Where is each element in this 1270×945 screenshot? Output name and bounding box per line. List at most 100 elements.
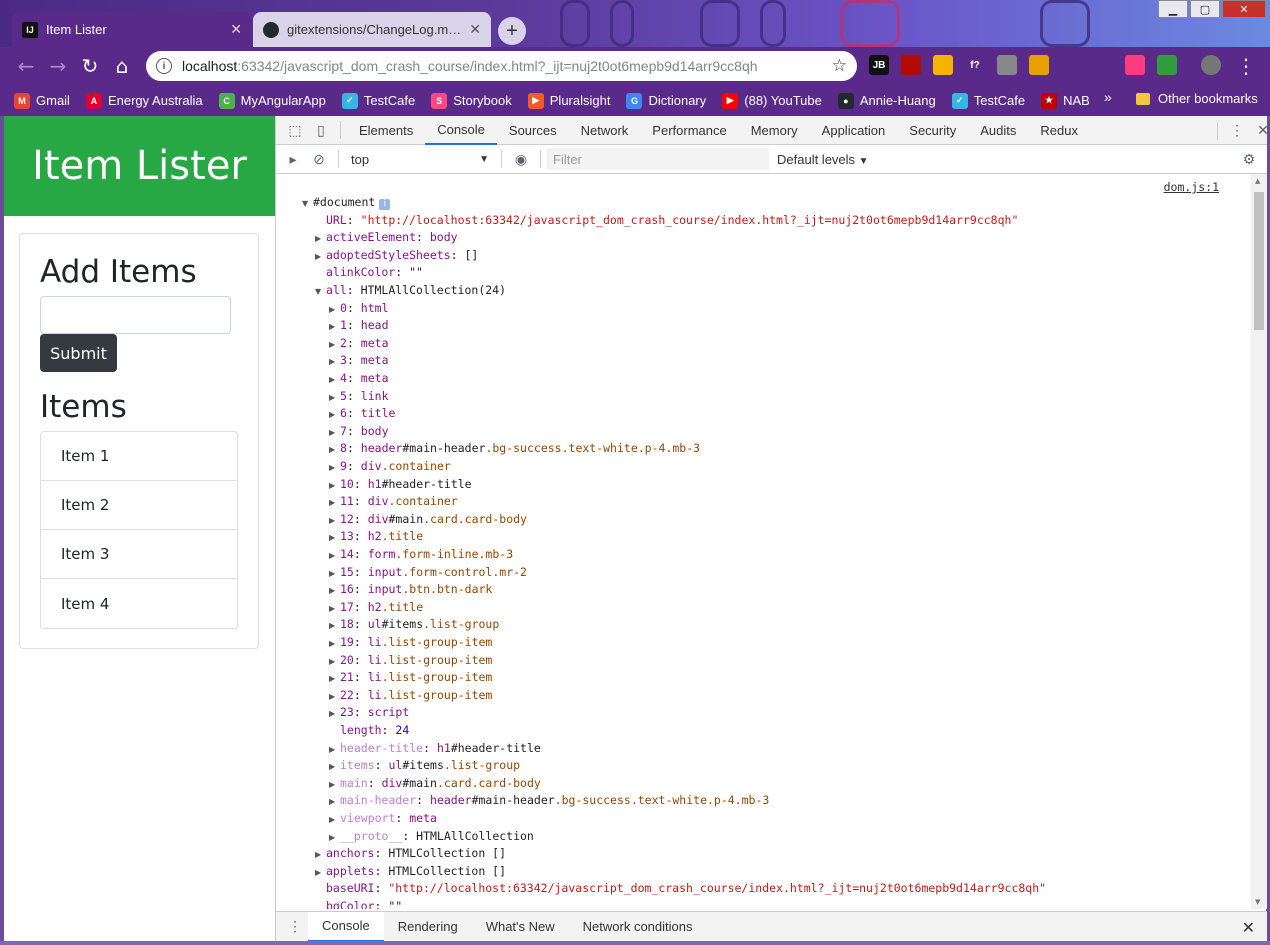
collapsed-triangle-icon[interactable]: ▶ xyxy=(329,670,340,688)
bookmark-dictionary[interactable]: G Dictionary xyxy=(626,92,706,109)
collapsed-triangle-icon[interactable]: ▶ xyxy=(329,494,340,512)
react-ext-icon[interactable] xyxy=(1061,55,1081,75)
bookmark-gmail[interactable]: M Gmail xyxy=(14,92,70,109)
target-ext-icon[interactable] xyxy=(1093,55,1113,75)
close-devtools-icon[interactable]: ✕ xyxy=(1250,120,1270,142)
collapsed-triangle-icon[interactable]: ▶ xyxy=(329,776,340,794)
console-tree-row[interactable]: ▶ 11: div.container xyxy=(329,493,458,511)
submit-button[interactable]: Submit xyxy=(40,334,117,372)
address-bar[interactable]: i localhost:63342/javascript_dom_crash_c… xyxy=(146,51,857,81)
console-tree-row[interactable]: ▼ all: HTMLAllCollection(24) xyxy=(315,282,506,300)
tab-memory[interactable]: Memory xyxy=(739,116,810,145)
bookmark-energy-australia[interactable]: A Energy Australia xyxy=(85,92,203,109)
collapsed-triangle-icon[interactable]: ▶ xyxy=(329,389,340,407)
collapsed-triangle-icon[interactable]: ▶ xyxy=(329,705,340,723)
collapsed-triangle-icon[interactable]: ▶ xyxy=(329,688,340,706)
pdf-ext-icon[interactable] xyxy=(901,55,921,75)
clear-console-icon[interactable]: ⊘ xyxy=(306,148,332,170)
console-tree-row[interactable]: ▶ 15: input.form-control.mr-2 xyxy=(329,564,527,582)
console-tree-row[interactable]: ▶ 19: li.list-group-item xyxy=(329,634,492,652)
drawer-tab-console[interactable]: Console xyxy=(308,911,384,942)
collapsed-triangle-icon[interactable]: ▶ xyxy=(329,424,340,442)
source-link[interactable]: dom.js:1 xyxy=(1164,180,1219,194)
collapsed-triangle-icon[interactable]: ▶ xyxy=(329,318,340,336)
console-tree-row[interactable]: ▶ header-title: h1#header-title xyxy=(329,740,541,758)
minimize-button[interactable]: ▁ xyxy=(1158,0,1188,18)
close-window-button[interactable]: ✕ xyxy=(1222,0,1266,18)
collapsed-triangle-icon[interactable]: ▶ xyxy=(329,336,340,354)
scrollbar-thumb[interactable] xyxy=(1254,192,1264,330)
home-button[interactable]: ⌂ xyxy=(106,50,138,82)
collapsed-triangle-icon[interactable]: ▶ xyxy=(329,406,340,424)
color-picker-ext-icon[interactable] xyxy=(1029,55,1049,75)
tab-redux[interactable]: Redux xyxy=(1028,116,1090,145)
console-tree-row[interactable]: ▶ items: ul#items.list-group xyxy=(329,757,520,775)
collapsed-triangle-icon[interactable]: ▶ xyxy=(329,617,340,635)
console-tree-row[interactable]: ▶ 22: li.list-group-item xyxy=(329,687,492,705)
font-ext-icon[interactable]: f? xyxy=(965,55,985,75)
bookmark-testcafe[interactable]: ✓ TestCafe xyxy=(341,92,415,109)
bookmark-88-youtube[interactable]: ▶ (88) YouTube xyxy=(722,92,822,109)
collapsed-triangle-icon[interactable]: ▶ xyxy=(329,635,340,653)
console-settings-gear-icon[interactable]: ⚙ xyxy=(1236,148,1262,170)
browser-tab-item-lister[interactable]: IJ Item Lister ✕ xyxy=(12,12,252,47)
collapsed-triangle-icon[interactable]: ▶ xyxy=(329,758,340,776)
maximize-button[interactable]: ▢ xyxy=(1190,0,1220,18)
collapsed-triangle-icon[interactable]: ▶ xyxy=(315,230,326,248)
show-sidebar-icon[interactable]: ▸ xyxy=(280,148,306,170)
log-levels-dropdown[interactable]: Default levels ▼ xyxy=(777,152,869,167)
console-tree-row[interactable]: ▶ main: div#main.card.card-body xyxy=(329,775,541,793)
console-scrollbar[interactable]: ▲ ▼ xyxy=(1251,174,1267,909)
scroll-down-icon[interactable]: ▼ xyxy=(1255,898,1260,906)
collapsed-triangle-icon[interactable]: ▶ xyxy=(329,459,340,477)
console-tree-row[interactable]: ▶ 12: div#main.card.card-body xyxy=(329,511,527,529)
drawer-menu-icon[interactable]: ⋮ xyxy=(282,916,308,938)
console-tree-row[interactable]: ▶ 23: script xyxy=(329,704,409,722)
drawer-tab-rendering[interactable]: Rendering xyxy=(384,912,472,942)
console-tree-row[interactable]: ▶ 3: meta xyxy=(329,352,389,370)
collapsed-triangle-icon[interactable]: ▶ xyxy=(329,653,340,671)
expanded-triangle-icon[interactable]: ▼ xyxy=(315,283,326,301)
collapsed-triangle-icon[interactable]: ▶ xyxy=(329,371,340,389)
bookmark-nab[interactable]: ★ NAB xyxy=(1041,92,1090,109)
console-tree-row[interactable]: ▶ 2: meta xyxy=(329,335,389,353)
console-tree-row[interactable]: ▶ 16: input.btn.btn-dark xyxy=(329,581,492,599)
tab-console[interactable]: Console xyxy=(425,116,497,145)
collapsed-triangle-icon[interactable]: ▶ xyxy=(329,441,340,459)
back-button[interactable]: ← xyxy=(10,50,42,82)
tab-elements[interactable]: Elements xyxy=(347,116,425,145)
info-badge-icon[interactable]: i xyxy=(379,199,391,210)
inspect-element-icon[interactable]: ⬚ xyxy=(282,119,308,141)
console-tree-row[interactable]: ▶ 18: ul#items.list-group xyxy=(329,616,499,634)
profile-avatar-icon[interactable] xyxy=(1201,55,1221,75)
tab-security[interactable]: Security xyxy=(897,116,968,145)
console-tree-row[interactable]: ▶ adoptedStyleSheets: [] xyxy=(315,247,478,265)
reload-button[interactable]: ↻ xyxy=(74,50,106,82)
collapsed-triangle-icon[interactable]: ▶ xyxy=(315,864,326,882)
console-tree-row[interactable]: ▶ 13: h2.title xyxy=(329,528,423,546)
collapsed-triangle-icon[interactable]: ▶ xyxy=(329,600,340,618)
jetbrains-ext-icon[interactable]: JB xyxy=(869,55,889,75)
console-tree-row[interactable]: ▶ 0: html xyxy=(329,300,389,318)
expanded-triangle-icon[interactable]: ▼ xyxy=(302,195,313,213)
camera-ext-icon[interactable] xyxy=(997,55,1017,75)
browser-tab-github-changelog[interactable]: gitextensions/ChangeLog.md at m ✕ xyxy=(253,12,491,47)
console-tree-row[interactable]: ▶ viewport: meta xyxy=(329,810,437,828)
bookmark-star-icon[interactable]: ☆ xyxy=(832,56,847,76)
tab-performance[interactable]: Performance xyxy=(640,116,738,145)
close-tab-icon[interactable]: ✕ xyxy=(230,21,242,38)
colorwheel-ext-icon[interactable] xyxy=(1125,55,1145,75)
bookmark-storybook[interactable]: S Storybook xyxy=(431,92,512,109)
console-filter-input[interactable]: Filter xyxy=(547,148,769,170)
notes-ext-icon[interactable] xyxy=(933,55,953,75)
console-tree-row[interactable]: ▶ main-header: header#main-header.bg-succ… xyxy=(329,792,769,810)
collapsed-triangle-icon[interactable]: ▶ xyxy=(329,565,340,583)
console-tree-row[interactable]: ▶ activeElement: body xyxy=(315,229,458,247)
console-tree-row[interactable]: ▶ 7: body xyxy=(329,423,389,441)
collapsed-triangle-icon[interactable]: ▶ xyxy=(329,477,340,495)
forward-button[interactable]: → xyxy=(42,50,74,82)
new-tab-button[interactable]: + xyxy=(498,17,526,45)
console-tree-row[interactable]: ▶ 20: li.list-group-item xyxy=(329,652,492,670)
live-expression-eye-icon[interactable]: ◉ xyxy=(508,148,534,170)
collapsed-triangle-icon[interactable]: ▶ xyxy=(315,248,326,266)
